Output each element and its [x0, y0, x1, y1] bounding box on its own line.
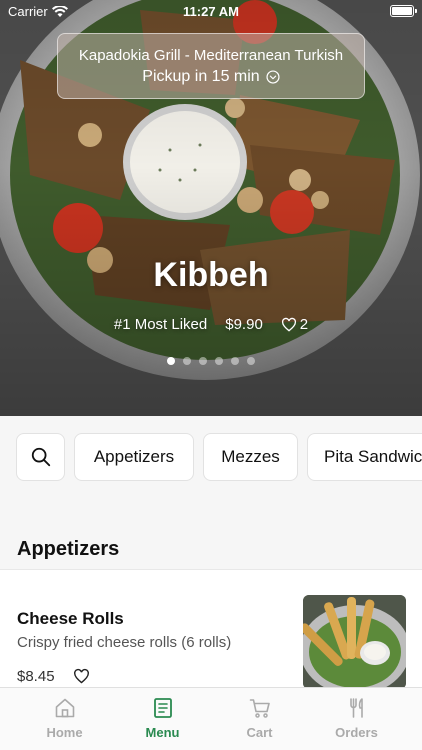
pickup-time-label: Pickup in 15 min: [142, 68, 260, 85]
store-name: Kapadokia Grill - Mediterranean Turkish: [78, 47, 344, 64]
section-title: Appetizers: [17, 538, 120, 560]
app-screen: Carrier 11:27 AM Kapadokia Grill - Medit…: [0, 0, 422, 750]
menu-icon: [153, 698, 172, 718]
carousel-dot[interactable]: [183, 357, 191, 365]
menu-item-name: Cheese Rolls: [17, 609, 124, 628]
tab-menu-label: Menu: [145, 725, 180, 740]
category-chip-appetizers[interactable]: Appetizers: [74, 433, 194, 481]
featured-price: $9.90: [225, 316, 263, 333]
category-chip-pita-sandwiches[interactable]: Pita Sandwic: [307, 433, 422, 481]
search-button[interactable]: [16, 433, 65, 481]
cheese-rolls-image: [303, 595, 406, 689]
tab-cart[interactable]: Cart: [207, 696, 312, 740]
likes-count: 2: [299, 316, 309, 333]
tab-cart-label: Cart: [246, 725, 273, 740]
tab-orders[interactable]: Orders: [304, 696, 409, 740]
tab-menu[interactable]: Menu: [110, 696, 215, 740]
carousel-dot[interactable]: [199, 357, 207, 365]
status-time: 11:27 AM: [183, 4, 239, 19]
store-pickup-selector[interactable]: Kapadokia Grill - Mediterranean Turkish …: [57, 33, 365, 99]
fork-knife-icon: [349, 698, 363, 718]
featured-dish-hero[interactable]: Carrier 11:27 AM Kapadokia Grill - Medit…: [0, 0, 422, 416]
chevron-down-circle-icon: [266, 70, 280, 84]
category-bar: Appetizers Mezzes Pita Sandwic: [0, 416, 422, 500]
tab-home[interactable]: Home: [12, 696, 117, 740]
featured-dish-title: Kibbeh: [153, 256, 269, 294]
featured-badge: #1 Most Liked: [113, 316, 208, 333]
tab-orders-label: Orders: [335, 725, 378, 740]
heart-icon: [281, 317, 296, 332]
battery-icon: [390, 5, 417, 17]
featured-likes[interactable]: 2: [281, 316, 308, 333]
cart-icon: [249, 699, 270, 718]
tab-home-label: Home: [46, 725, 83, 740]
status-bar: Carrier 11:27 AM: [0, 0, 422, 22]
carousel-dot[interactable]: [215, 357, 223, 365]
menu-item-photo: [303, 595, 406, 689]
pickup-time: Pickup in 15 min: [58, 68, 364, 86]
carousel-dot[interactable]: [167, 357, 175, 365]
category-chip-mezzes[interactable]: Mezzes: [203, 433, 298, 481]
menu-item[interactable]: Cheese Rolls Crispy fried cheese rolls (…: [0, 571, 422, 689]
carousel-dot[interactable]: [231, 357, 239, 365]
menu-item-price: $8.45: [17, 668, 55, 685]
home-icon: [55, 698, 74, 718]
carousel-indicator[interactable]: [0, 357, 422, 365]
featured-dish-meta: #1 Most Liked $9.90 2: [0, 316, 422, 333]
carousel-dot[interactable]: [247, 357, 255, 365]
search-icon: [31, 447, 50, 467]
menu-item-description: Crispy fried cheese rolls (6 rolls): [17, 634, 232, 651]
bottom-tab-bar: Home Menu Cart Orders: [0, 687, 422, 750]
favorite-heart-icon[interactable]: [73, 668, 90, 685]
